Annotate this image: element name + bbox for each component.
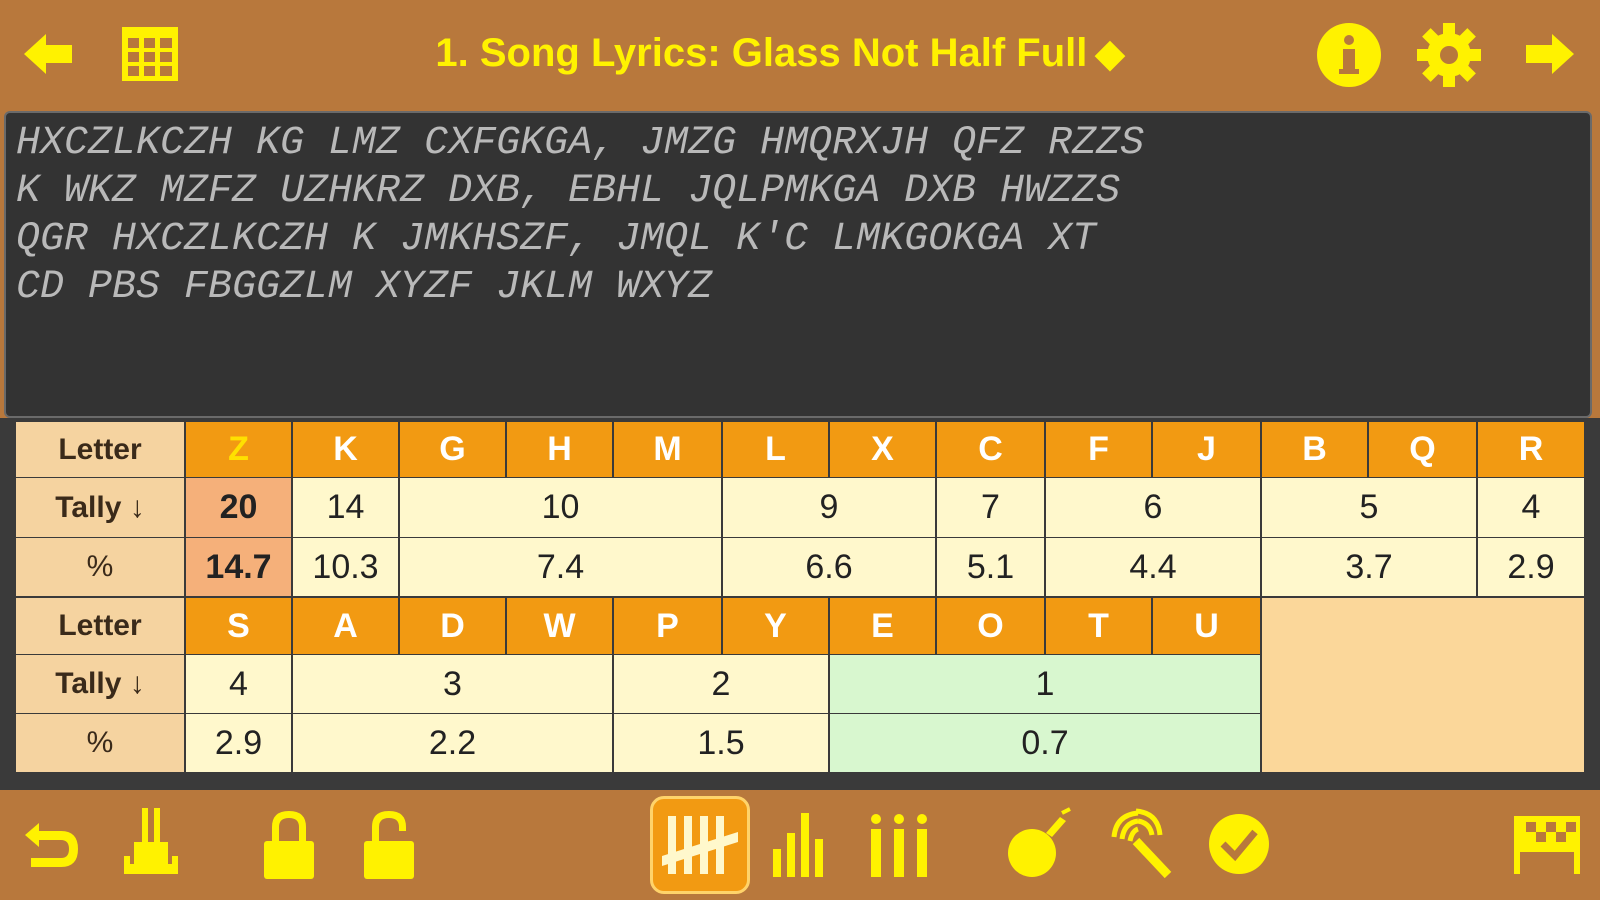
tally-value: 5 [1262,478,1476,537]
tally-value: 6 [1046,478,1260,537]
tally-icon[interactable] [650,796,750,894]
letter-tally-table: Letter Tally ↓ % Z K G H M L X C F J B Q… [0,418,1600,790]
tally-value: 14 [293,478,398,537]
check-icon[interactable] [1204,804,1274,884]
empty-area [1262,598,1584,772]
percent-value: 5.1 [937,538,1044,596]
tally-value: 7 [937,478,1044,537]
tally-value: 10 [400,478,721,537]
percent-value: 2.9 [186,714,291,772]
cipher-line[interactable]: QGR HXCZLKCZH K JMKHSZF, JMQL K'C LMKGOK… [16,217,1096,263]
percent-value: 7.4 [400,538,721,596]
letter-header[interactable]: R [1478,422,1584,477]
arrow-left-icon[interactable] [18,26,78,82]
tally-value: 3 [293,655,612,713]
letter-header[interactable]: H [507,422,612,477]
bomb-icon[interactable] [1002,804,1076,884]
percent-value: 6.6 [723,538,935,596]
percent-value: 0.7 [830,714,1260,772]
letter-header[interactable]: W [507,598,612,654]
gear-icon[interactable] [1414,20,1484,90]
letter-header[interactable]: X [830,422,935,477]
bar-chart-icon[interactable] [766,806,832,882]
percent-row-label: % [16,714,184,772]
info-icon[interactable] [1314,20,1384,90]
bottom-toolbar [0,790,1600,900]
top-bar: 1. Song Lyrics: Glass Not Half Full ◆ [0,0,1600,108]
unlock-icon[interactable] [356,804,422,884]
undo-icon[interactable] [18,812,84,878]
letter-header[interactable]: J [1153,422,1260,477]
letter-header[interactable]: Q [1369,422,1476,477]
letter-header[interactable]: K [293,422,398,477]
letter-header[interactable]: G [400,422,505,477]
tally-row-label[interactable]: Tally ↓ [16,478,184,537]
letter-header[interactable]: A [293,598,398,654]
percent-value: 2.2 [293,714,612,772]
tally-value: 4 [1478,478,1584,537]
letter-header[interactable]: M [614,422,721,477]
percent-row-label: % [16,538,184,596]
cipher-text-panel[interactable]: HXCZLKCZH KG LMZ CXFGKGA, JMZG HMQRXJH Q… [4,111,1592,418]
percent-value: 4.4 [1046,538,1260,596]
cipher-line[interactable]: CD PBS FBGGZLM XYZF JKLM WXYZ [16,265,712,311]
columns-icon[interactable] [866,806,932,882]
letter-header[interactable]: F [1046,422,1151,477]
letter-header[interactable]: U [1153,598,1260,654]
title-text: 1. Song Lyrics: Glass Not Half Full [435,31,1088,75]
clear-icon[interactable] [118,804,184,884]
letter-header[interactable]: L [723,422,828,477]
letter-header[interactable]: Z [186,422,291,477]
letter-header[interactable]: B [1262,422,1367,477]
percent-value: 2.9 [1478,538,1584,596]
letter-row-label: Letter [16,598,184,654]
letter-header[interactable]: D [400,598,505,654]
tally-value: 4 [186,655,291,713]
percent-value: 14.7 [186,538,291,596]
page-title: 1. Song Lyrics: Glass Not Half Full ◆ [360,28,1200,78]
tally-value: 2 [614,655,828,713]
grid-icon[interactable] [118,24,182,84]
letter-header[interactable]: Y [723,598,828,654]
diamond-icon: ◆ [1095,33,1125,75]
tally-value: 9 [723,478,935,537]
letter-header[interactable]: O [937,598,1044,654]
percent-value: 1.5 [614,714,828,772]
letter-header[interactable]: E [830,598,935,654]
letter-header[interactable]: C [937,422,1044,477]
magic-wand-icon[interactable] [1104,804,1178,884]
cipher-line[interactable]: HXCZLKCZH KG LMZ CXFGKGA, JMZG HMQRXJH Q… [16,121,1144,167]
letter-header[interactable]: T [1046,598,1151,654]
tally-value: 1 [830,655,1260,713]
letter-row-label: Letter [16,422,184,477]
finish-flag-icon[interactable] [1510,804,1586,884]
letter-header[interactable]: S [186,598,291,654]
percent-value: 3.7 [1262,538,1476,596]
cipher-line[interactable]: K WKZ MZFZ UZHKRZ DXB, EBHL JQLPMKGA DXB… [16,169,1120,215]
percent-value: 10.3 [293,538,398,596]
tally-row-label[interactable]: Tally ↓ [16,655,184,713]
letter-header[interactable]: P [614,598,721,654]
arrow-right-icon[interactable] [1520,26,1580,82]
tally-value: 20 [186,478,291,537]
lock-icon[interactable] [256,804,322,884]
